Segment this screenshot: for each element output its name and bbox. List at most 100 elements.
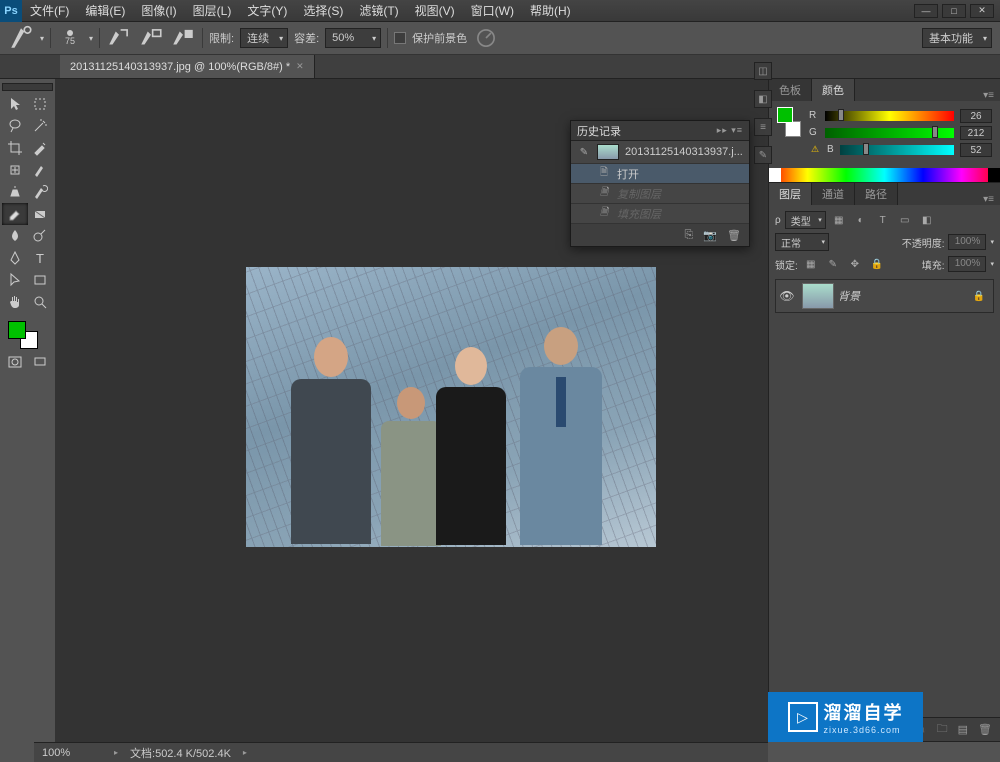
foreground-color[interactable] (8, 321, 26, 339)
panel-menu-icon[interactable]: ▾≡ (977, 90, 1000, 101)
shape-tool[interactable] (28, 269, 54, 291)
clone-stamp-tool[interactable] (2, 181, 28, 203)
tab-channels[interactable]: 通道 (812, 183, 855, 205)
history-source-row[interactable]: ✎ 20131125140313937.j... (571, 141, 749, 164)
color-swatches[interactable] (2, 319, 53, 351)
mini-panel-icon[interactable]: ≡ (754, 118, 772, 136)
menu-filter[interactable]: 滤镜(T) (351, 0, 406, 22)
lock-icon[interactable]: 🔒 (973, 291, 985, 302)
arrow-icon[interactable]: ▸ (114, 748, 118, 757)
blur-tool[interactable] (2, 225, 28, 247)
tab-swatches[interactable]: 色板 (769, 79, 812, 101)
layer-thumbnail[interactable] (802, 283, 834, 309)
g-slider[interactable] (825, 128, 954, 138)
tolerance-select[interactable]: 50% (325, 28, 381, 48)
screen-mode-toggle[interactable] (28, 351, 54, 373)
filter-type-icon[interactable]: T (874, 212, 892, 228)
history-panel-header[interactable]: 历史记录 ▸▸ ▾≡ (571, 121, 749, 141)
brush-tool[interactable] (28, 159, 54, 181)
g-value[interactable]: 212 (960, 126, 992, 140)
filter-pixel-icon[interactable]: ▦ (830, 212, 848, 228)
sampling-swatch-icon[interactable] (170, 25, 196, 51)
filter-adjust-icon[interactable]: ◐ (852, 212, 870, 228)
mini-panel-icon[interactable]: ◧ (754, 90, 772, 108)
chevron-down-icon[interactable]: ▾ (40, 34, 44, 43)
document-canvas[interactable] (246, 267, 656, 547)
limit-select[interactable]: 连续 (240, 28, 288, 48)
history-item[interactable]: 🗎 填充图层 (571, 204, 749, 224)
fill-value[interactable]: 100% (948, 256, 986, 272)
b-value[interactable]: 52 (960, 143, 992, 157)
chevron-down-icon[interactable]: ▾ (89, 34, 93, 43)
r-slider[interactable] (825, 111, 954, 121)
history-brush-tool[interactable] (28, 181, 54, 203)
close-button[interactable]: ✕ (970, 4, 994, 18)
new-layer-icon[interactable]: ▤ (958, 723, 968, 736)
magic-wand-tool[interactable] (28, 115, 54, 137)
lasso-tool[interactable] (2, 115, 28, 137)
layer-item-background[interactable]: 👁 背景 🔒 (775, 279, 994, 313)
dodge-tool[interactable] (28, 225, 54, 247)
minimize-button[interactable]: — (914, 4, 938, 18)
eyedropper-tool[interactable] (28, 137, 54, 159)
quick-mask-toggle[interactable] (2, 351, 28, 373)
tab-color[interactable]: 颜色 (812, 79, 855, 101)
history-panel[interactable]: 历史记录 ▸▸ ▾≡ ✎ 20131125140313937.j... 🗎 打开… (570, 120, 750, 247)
current-tool-icon[interactable] (8, 25, 34, 51)
delete-state-icon[interactable]: 🗑 (727, 229, 741, 242)
maximize-button[interactable]: □ (942, 4, 966, 18)
move-tool[interactable] (2, 93, 28, 115)
fg-swatch[interactable] (777, 107, 793, 123)
pen-tool[interactable] (2, 247, 28, 269)
layer-name[interactable]: 背景 (838, 288, 860, 304)
color-swatch-pair[interactable] (777, 107, 801, 137)
menu-layer[interactable]: 图层(L) (185, 0, 240, 22)
tab-layers[interactable]: 图层 (769, 183, 812, 205)
pressure-icon[interactable] (473, 25, 499, 51)
menu-help[interactable]: 帮助(H) (522, 0, 579, 22)
arrow-icon[interactable]: ▸ (243, 748, 247, 757)
sampling-once-icon[interactable] (138, 25, 164, 51)
menu-type[interactable]: 文字(Y) (239, 0, 295, 22)
sampling-continuous-icon[interactable] (106, 25, 132, 51)
new-document-from-state-icon[interactable]: ⎘ (685, 229, 694, 242)
protect-fg-checkbox[interactable] (394, 32, 406, 44)
gradient-tool[interactable] (28, 203, 54, 225)
mini-panel-icon[interactable]: ◫ (754, 62, 772, 80)
mini-panel-icon[interactable]: ✎ (754, 146, 772, 164)
filter-shape-icon[interactable]: ▭ (896, 212, 914, 228)
hand-tool[interactable] (2, 291, 28, 313)
menu-select[interactable]: 选择(S) (295, 0, 351, 22)
zoom-level[interactable]: 100% (42, 747, 102, 759)
history-item[interactable]: 🗎 复制图层 (571, 184, 749, 204)
path-selection-tool[interactable] (2, 269, 28, 291)
menu-image[interactable]: 图像(I) (133, 0, 184, 22)
lock-all-icon[interactable]: 🔒 (868, 256, 886, 272)
color-ramp[interactable] (769, 168, 1000, 182)
eraser-tool[interactable] (2, 203, 28, 225)
new-snapshot-icon[interactable]: 📷 (703, 229, 717, 242)
blend-mode-select[interactable]: 正常 (775, 233, 829, 251)
zoom-tool[interactable] (28, 291, 54, 313)
gamut-warning-icon[interactable]: ⚠ (809, 144, 821, 156)
workspace-switcher[interactable]: 基本功能 (922, 28, 992, 48)
tab-paths[interactable]: 路径 (855, 183, 898, 205)
close-icon[interactable]: ✕ (296, 61, 304, 72)
menu-edit[interactable]: 编辑(E) (77, 0, 133, 22)
toolbox-grip[interactable] (2, 83, 53, 91)
lock-position-icon[interactable]: ✥ (846, 256, 864, 272)
kind-filter-icon[interactable]: ρ (775, 215, 781, 226)
lock-transparency-icon[interactable]: ▦ (802, 256, 820, 272)
lock-pixels-icon[interactable]: ✎ (824, 256, 842, 272)
filter-smart-icon[interactable]: ◧ (918, 212, 936, 228)
group-icon[interactable]: 🗀 (937, 720, 948, 739)
bg-swatch[interactable] (785, 121, 801, 137)
brush-size-picker[interactable]: 75 (57, 30, 83, 46)
delete-layer-icon[interactable]: 🗑 (978, 723, 992, 736)
type-tool[interactable]: T (28, 247, 54, 269)
r-value[interactable]: 26 (960, 109, 992, 123)
doc-info[interactable]: 文档:502.4 K/502.4K (130, 745, 231, 761)
menu-window[interactable]: 窗口(W) (463, 0, 522, 22)
kind-filter-select[interactable]: 类型 (785, 211, 826, 229)
document-tab[interactable]: 20131125140313937.jpg @ 100%(RGB/8#) * ✕ (60, 55, 315, 78)
